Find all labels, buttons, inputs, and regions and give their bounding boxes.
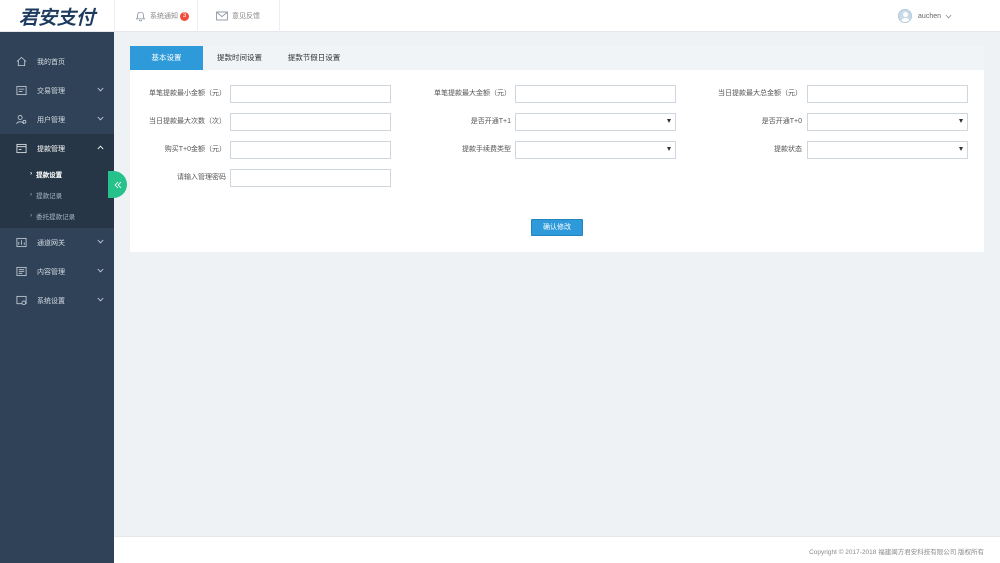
chevron-down-icon [97, 297, 104, 302]
max-daily-total-input[interactable] [807, 85, 968, 103]
withdraw-status-label: 提款状态 [774, 146, 802, 153]
withdraw-status-select[interactable] [807, 141, 968, 159]
mail-icon [216, 11, 228, 21]
tab-basic-settings[interactable]: 基本设置 [130, 46, 203, 70]
chevron-down-icon [97, 239, 104, 244]
tab-withdraw-holiday-settings[interactable]: 提款节假日设置 [276, 46, 352, 70]
home-icon [16, 56, 27, 67]
feedback-button[interactable]: 意见反馈 [198, 0, 280, 32]
sidebar-item-label: 通道网关 [37, 239, 65, 247]
admin-password-input[interactable] [230, 169, 391, 187]
admin-password-label: 请输入管理密码 [177, 174, 226, 181]
withdraw-icon [16, 143, 27, 154]
t1-enabled-label: 是否开通T+1 [470, 118, 511, 125]
top-header: 君安支付 系统通知 3 意见反馈 auchen [0, 0, 1000, 32]
gateway-icon [16, 237, 27, 248]
trade-icon [16, 85, 27, 96]
footer: Copyright © 2017-2018 福建闽方君安科技有限公司 版权所有 [114, 536, 1000, 563]
confirm-modify-button[interactable]: 确认修改 [531, 219, 583, 236]
t0-purchase-amount-label: 购买T+0金额（元） [164, 146, 226, 153]
fee-type-label: 提款手续费类型 [462, 146, 511, 153]
sidebar-item-settings[interactable]: 系统设置 [0, 286, 114, 315]
tab-bar: 基本设置 提款时间设置 提款节假日设置 [130, 46, 984, 70]
logo-text: 君安支付 [18, 6, 95, 29]
avatar [898, 9, 913, 23]
feedback-label: 意见反馈 [232, 13, 260, 20]
max-daily-count-label: 当日提款最大次数（次） [149, 118, 226, 125]
max-single-amount-label: 单笔提款最大金额（元） [434, 90, 511, 97]
content-icon [16, 266, 27, 277]
arrow-right-icon: › [30, 170, 33, 177]
username: auchen [918, 12, 941, 20]
system-notification-button[interactable]: 系统通知 3 [114, 0, 198, 32]
settings-icon [16, 295, 27, 306]
copyright-text: Copyright © 2017-2018 福建闽方君安科技有限公司 版权所有 [809, 549, 984, 556]
double-chevron-left-icon [114, 181, 121, 188]
sidebar: 我的首页 交易管理 用户管理 提款管理 › 提款设置 › 提款记录 › 委托提款… [0, 32, 114, 563]
sidebar-item-gateway[interactable]: 通道网关 [0, 228, 114, 257]
submenu-item-label: 提款设置 [36, 171, 63, 179]
dropdown-caret-icon [959, 119, 963, 123]
submenu-item-label: 委托提款记录 [36, 213, 76, 221]
dropdown-caret-icon [959, 147, 963, 151]
tab-withdraw-time-settings[interactable]: 提款时间设置 [203, 46, 276, 70]
sidebar-item-label: 内容管理 [37, 268, 65, 276]
bell-icon [135, 11, 146, 21]
user-menu[interactable]: auchen [898, 0, 952, 32]
submenu-item-label: 提款记录 [36, 192, 63, 200]
sidebar-item-label: 用户管理 [37, 116, 65, 124]
notification-count-badge: 3 [180, 11, 189, 21]
sidebar-item-home[interactable]: 我的首页 [0, 47, 114, 76]
arrow-right-icon: › [30, 212, 33, 219]
t0-enabled-label: 是否开通T+0 [761, 118, 802, 125]
sidebar-item-label: 交易管理 [37, 87, 65, 95]
sidebar-item-content[interactable]: 内容管理 [0, 257, 114, 286]
min-single-amount-label: 单笔提款最小金额（元） [149, 90, 226, 97]
notification-label: 系统通知 [150, 13, 178, 20]
max-daily-total-label: 当日提款最大总金额（元） [718, 90, 802, 97]
sidebar-item-label: 提款管理 [37, 145, 65, 153]
submenu-item-entrusted-withdraw-records[interactable]: › 委托提款记录 [0, 205, 114, 226]
users-icon [16, 115, 27, 125]
chevron-down-icon [945, 14, 952, 18]
settings-panel: 基本设置 提款时间设置 提款节假日设置 单笔提款最小金额（元） 单笔提款最大金额… [130, 46, 984, 252]
sidebar-item-label: 系统设置 [37, 297, 65, 305]
chevron-down-icon [97, 268, 104, 273]
logo[interactable]: 君安支付 [0, 0, 114, 32]
sidebar-item-label: 我的首页 [37, 58, 65, 66]
arrow-right-icon: › [30, 191, 33, 198]
submenu-item-withdraw-records[interactable]: › 提款记录 [0, 184, 114, 205]
t0-enabled-select[interactable] [807, 113, 968, 131]
